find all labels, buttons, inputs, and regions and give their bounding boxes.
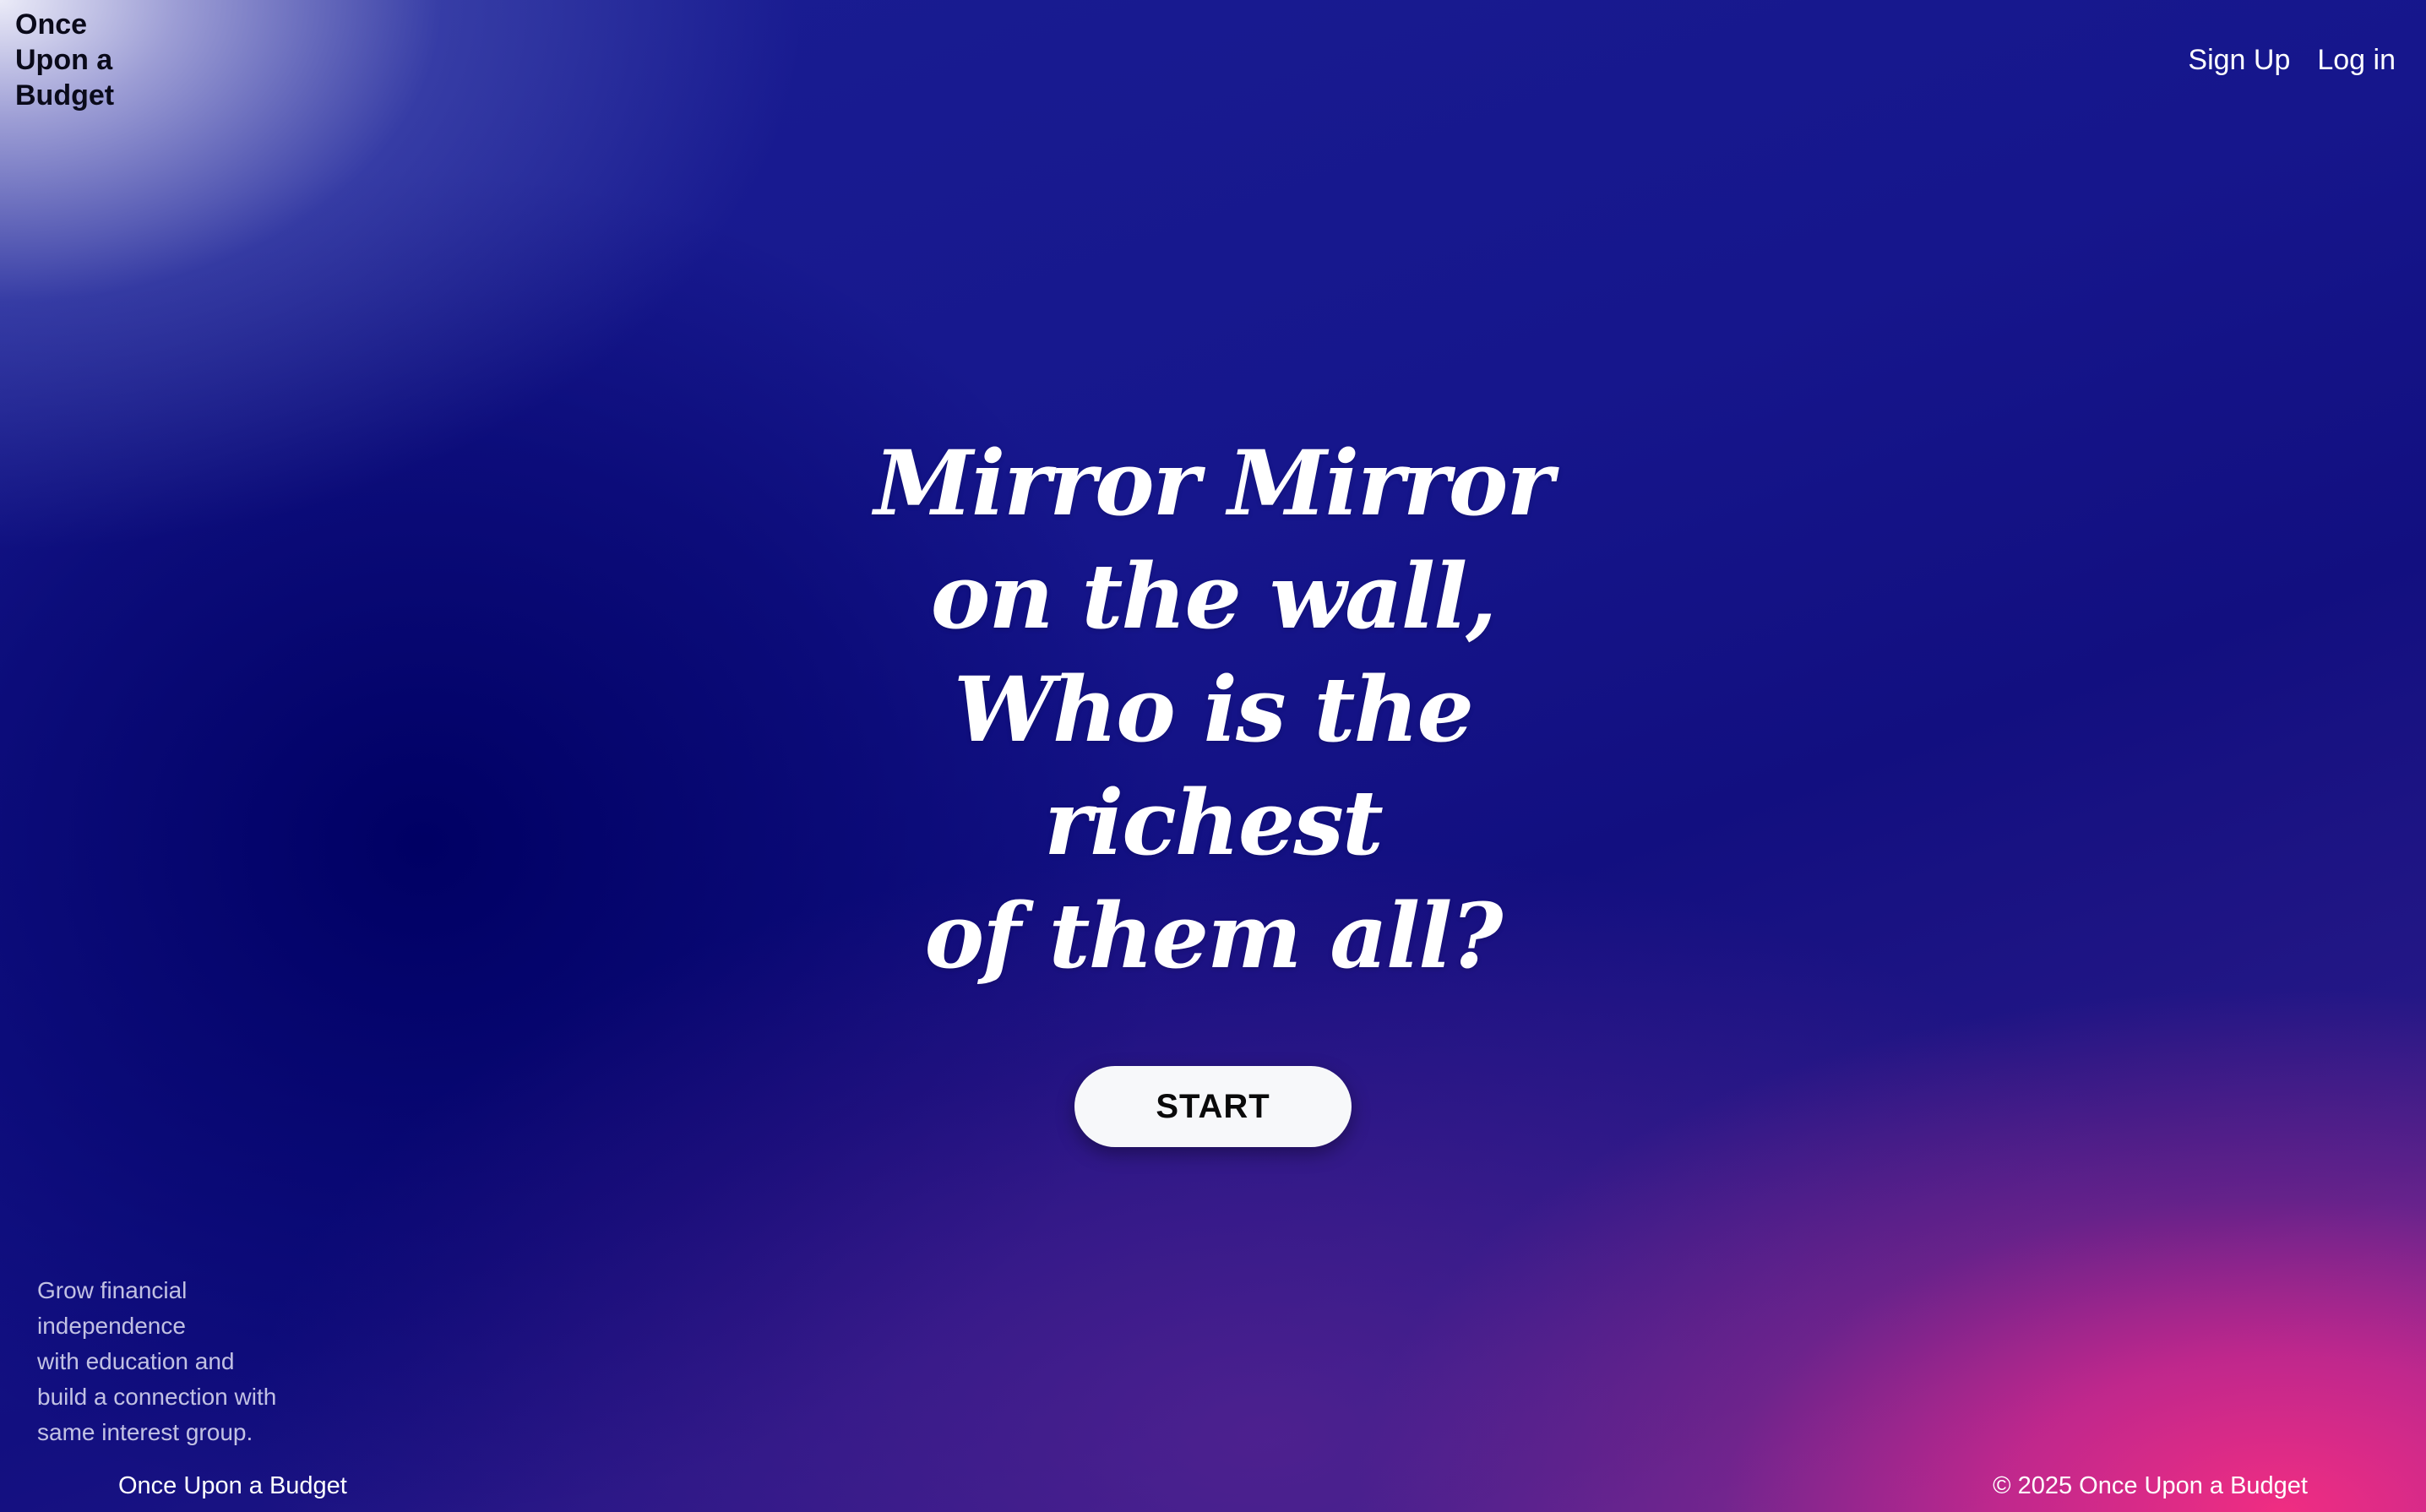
tagline-line: same interest group. xyxy=(37,1419,253,1445)
hero-line: of them all? xyxy=(924,883,1503,988)
tagline-line: independence xyxy=(37,1313,186,1339)
signup-link[interactable]: Sign Up xyxy=(2188,44,2290,77)
brand-line: Budget xyxy=(15,79,115,111)
top-nav: Sign Up Log in xyxy=(2188,44,2396,77)
footer-brand: Once Upon a Budget xyxy=(118,1472,347,1499)
login-link[interactable]: Log in xyxy=(2317,44,2396,77)
hero-line: Who is the xyxy=(953,656,1474,762)
hero-line: Mirror Mirror xyxy=(873,430,1554,536)
brand-logo-text[interactable]: Once Upon a Budget xyxy=(15,7,142,113)
footer-copyright: © 2025 Once Upon a Budget xyxy=(1993,1472,2308,1499)
hero-line: on the wall, xyxy=(930,543,1497,649)
tagline-line: Grow financial xyxy=(37,1277,188,1303)
tagline-line: build a connection with xyxy=(37,1384,277,1410)
tagline-text: Grow financial independence with educati… xyxy=(37,1273,324,1450)
tagline-line: with education and xyxy=(37,1348,235,1374)
brand-line: Upon a xyxy=(15,44,113,76)
start-button[interactable]: START xyxy=(1074,1066,1352,1147)
brand-line: Once xyxy=(15,8,88,41)
hero-line: richest xyxy=(1044,770,1384,875)
hero-heading: Mirror Mirror on the wall, Who is the ri… xyxy=(0,427,2426,993)
